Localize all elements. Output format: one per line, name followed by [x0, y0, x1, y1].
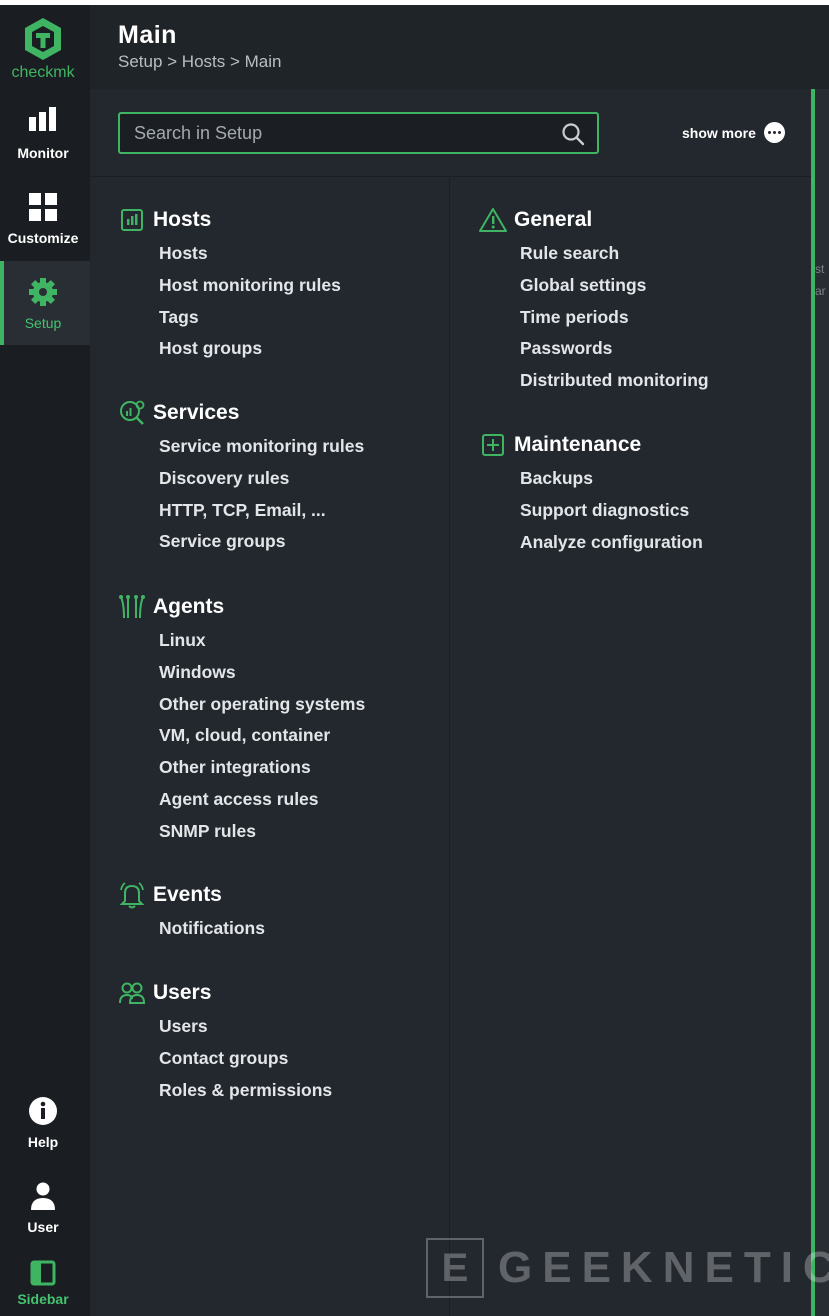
nav-help-label: Help [27, 1134, 59, 1150]
grid-icon [0, 192, 86, 222]
menu-item-host-monitoring-rules[interactable]: Host monitoring rules [118, 273, 341, 305]
menu-item-backups[interactable]: Backups [479, 466, 703, 498]
section-title: Maintenance [514, 433, 642, 456]
nav-sidebar-label: Sidebar [17, 1291, 69, 1307]
menu-item-windows[interactable]: Windows [118, 660, 365, 692]
menu-item-users[interactable]: Users [118, 1014, 332, 1046]
bell-icon [118, 881, 146, 909]
search-icon[interactable] [561, 122, 585, 151]
search-input[interactable] [134, 121, 554, 145]
show-more-label: show more [682, 124, 756, 141]
show-more-toggle[interactable]: show more [682, 122, 785, 143]
breadcrumb[interactable]: Setup > Hosts > Main [118, 52, 281, 72]
services-icon [118, 399, 146, 427]
menu-item-http-tcp-email[interactable]: HTTP, TCP, Email, ... [118, 498, 364, 530]
section-title: Agents [153, 595, 225, 618]
menu-item-service-groups[interactable]: Service groups [118, 529, 364, 561]
nav-sidebar[interactable]: Sidebar [0, 1250, 90, 1316]
menu-item-discovery-rules[interactable]: Discovery rules [118, 466, 364, 498]
watermark: E GEEKNETIC [426, 1238, 829, 1298]
section-hosts: Hosts Hosts Host monitoring rules Tags H… [118, 206, 341, 368]
menu-item-rule-search[interactable]: Rule search [479, 241, 709, 273]
menu-item-global-settings[interactable]: Global settings [479, 273, 709, 305]
menu-item-hosts[interactable]: Hosts [118, 241, 341, 273]
menu-item-agent-access-rules[interactable]: Agent access rules [118, 787, 365, 819]
section-agents: Agents Linux Windows Other operating sys… [118, 593, 365, 851]
plus-box-icon [479, 431, 507, 459]
section-users: Users Users Contact groups Roles & permi… [118, 979, 332, 1109]
menu-item-notifications[interactable]: Notifications [118, 916, 265, 948]
section-title: Events [153, 883, 222, 906]
sidebar-icon [0, 1260, 86, 1290]
background-text: st [815, 262, 825, 276]
menu-item-support-diagnostics[interactable]: Support diagnostics [479, 498, 703, 530]
menu-item-roles-permissions[interactable]: Roles & permissions [118, 1078, 332, 1110]
bar-chart-icon [0, 107, 86, 137]
menu-item-tags[interactable]: Tags [118, 305, 341, 337]
menu-item-passwords[interactable]: Passwords [479, 336, 709, 368]
search-row: show more [90, 89, 811, 177]
page-title: Main [118, 21, 177, 49]
watermark-text: GEEKNETIC [498, 1243, 829, 1292]
menu-item-distributed-monitoring[interactable]: Distributed monitoring [479, 368, 709, 400]
section-events: Events Notifications [118, 881, 265, 948]
menu-item-linux[interactable]: Linux [118, 628, 365, 660]
nav-setup[interactable]: Setup [0, 261, 90, 345]
background-text: ar [815, 284, 826, 298]
gear-icon [0, 277, 86, 307]
nav-monitor-label: Monitor [17, 145, 69, 161]
checkmk-logo[interactable]: checkmk [0, 5, 90, 91]
user-icon [0, 1181, 86, 1211]
menu-item-contact-groups[interactable]: Contact groups [118, 1046, 332, 1078]
nav-customize[interactable]: Customize [0, 176, 90, 260]
watermark-box: E [426, 1238, 484, 1298]
more-dots-icon [763, 122, 785, 143]
nav-setup-label: Setup [24, 315, 62, 331]
menu-item-service-monitoring-rules[interactable]: Service monitoring rules [118, 434, 364, 466]
hosts-icon [118, 206, 146, 234]
menu-item-host-groups[interactable]: Host groups [118, 336, 341, 368]
page-header: Main Setup > Hosts > Main [90, 5, 829, 89]
section-general: General Rule search Global settings Time… [479, 206, 709, 400]
nav-user-label: User [27, 1219, 59, 1235]
menu-item-other-operating-systems[interactable]: Other operating systems [118, 692, 365, 724]
warning-icon [479, 206, 507, 234]
logo-text: checkmk [11, 64, 75, 81]
menu-item-analyze-configuration[interactable]: Analyze configuration [479, 530, 703, 562]
nav-monitor[interactable]: Monitor [0, 91, 90, 175]
setup-menu-panel: show more Hosts Hosts Host monitoring ru… [90, 89, 811, 1316]
nav-help[interactable]: Help [0, 1080, 90, 1164]
section-title: Users [153, 981, 212, 1004]
nav-customize-label: Customize [7, 230, 79, 246]
nav-user[interactable]: User [0, 1165, 90, 1249]
menu-item-snmp-rules[interactable]: SNMP rules [118, 819, 365, 851]
users-icon [118, 979, 146, 1007]
menu-item-vm-cloud-container[interactable]: VM, cloud, container [118, 723, 365, 755]
info-icon [0, 1096, 86, 1126]
checkmk-logo-icon [25, 18, 61, 60]
menu-item-other-integrations[interactable]: Other integrations [118, 755, 365, 787]
section-services: Services Service monitoring rules Discov… [118, 399, 364, 561]
search-box [118, 112, 599, 154]
section-title: General [514, 208, 593, 231]
section-title: Hosts [153, 208, 212, 231]
agents-icon [118, 593, 146, 621]
main-navigation: checkmk Monitor Customize Setup Help Use… [0, 5, 90, 1316]
menu-item-time-periods[interactable]: Time periods [479, 305, 709, 337]
section-maintenance: Maintenance Backups Support diagnostics … [479, 431, 703, 561]
column-divider [449, 178, 450, 1316]
section-title: Services [153, 401, 240, 424]
